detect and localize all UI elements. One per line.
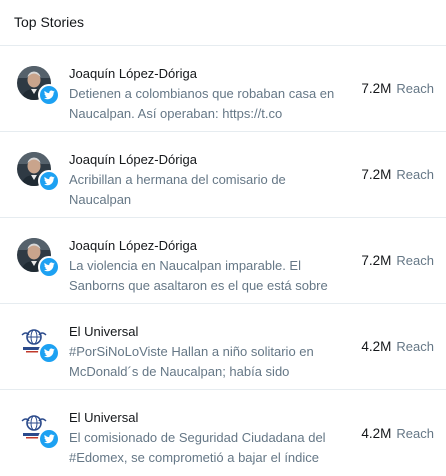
reach-value: 4.2M bbox=[361, 339, 392, 354]
story-headline[interactable]: El comisionado de Seguridad Ciudadana de… bbox=[69, 428, 349, 468]
avatar-group bbox=[17, 66, 60, 106]
reach-value: 7.2M bbox=[361, 253, 392, 268]
avatar-group bbox=[17, 238, 60, 278]
panel-title: Top Stories bbox=[0, 0, 446, 46]
reach-label: Reach bbox=[396, 167, 434, 182]
twitter-bird-icon bbox=[38, 342, 60, 364]
story-headline[interactable]: Detienen a colombianos que robaban casa … bbox=[69, 84, 349, 124]
story-author[interactable]: Joaquín López-Dóriga bbox=[69, 152, 197, 167]
top-stories-panel: Top Stories Joaquín López-Dóriga Detiene… bbox=[0, 0, 446, 466]
reach-value: 7.2M bbox=[361, 167, 392, 182]
twitter-bird-icon bbox=[38, 84, 60, 106]
reach-stat: 4.2M Reach bbox=[361, 390, 434, 476]
reach-value: 7.2M bbox=[361, 81, 392, 96]
avatar-group bbox=[17, 324, 60, 364]
reach-label: Reach bbox=[396, 81, 434, 96]
reach-stat: 7.2M Reach bbox=[361, 46, 434, 131]
story-headline[interactable]: Acribillan a hermana del comisario de Na… bbox=[69, 170, 349, 210]
story-author[interactable]: El Universal bbox=[69, 410, 138, 425]
story-item[interactable]: Joaquín López-Dóriga Acribillan a herman… bbox=[0, 132, 446, 218]
story-item[interactable]: El Universal #PorSiNoLoViste Hallan a ni… bbox=[0, 304, 446, 390]
avatar-group bbox=[17, 152, 60, 192]
story-author[interactable]: Joaquín López-Dóriga bbox=[69, 238, 197, 253]
reach-label: Reach bbox=[396, 339, 434, 354]
reach-stat: 4.2M Reach bbox=[361, 304, 434, 389]
reach-value: 4.2M bbox=[361, 425, 392, 441]
story-headline[interactable]: La violencia en Naucalpan imparable. El … bbox=[69, 256, 349, 296]
reach-label: Reach bbox=[396, 253, 434, 268]
story-author[interactable]: El Universal bbox=[69, 324, 138, 339]
story-list: Joaquín López-Dóriga Detienen a colombia… bbox=[0, 46, 446, 476]
twitter-bird-icon bbox=[38, 170, 60, 192]
reach-label: Reach bbox=[396, 425, 434, 441]
story-headline[interactable]: #PorSiNoLoViste Hallan a niño solitario … bbox=[69, 342, 349, 382]
reach-stat: 7.2M Reach bbox=[361, 218, 434, 303]
story-author[interactable]: Joaquín López-Dóriga bbox=[69, 66, 197, 81]
twitter-bird-icon bbox=[38, 428, 60, 450]
story-item[interactable]: Joaquín López-Dóriga Detienen a colombia… bbox=[0, 46, 446, 132]
story-item[interactable]: Joaquín López-Dóriga La violencia en Nau… bbox=[0, 218, 446, 304]
twitter-bird-icon bbox=[38, 256, 60, 278]
story-item[interactable]: El Universal El comisionado de Seguridad… bbox=[0, 390, 446, 476]
avatar-group bbox=[17, 410, 60, 450]
reach-stat: 7.2M Reach bbox=[361, 132, 434, 217]
